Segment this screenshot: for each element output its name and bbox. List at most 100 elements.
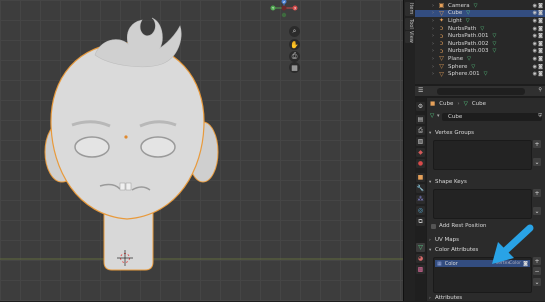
object-data-icon[interactable]: ▽ <box>480 26 484 32</box>
add-vertex-group-button[interactable]: + <box>533 140 541 148</box>
perspective-grid-icon[interactable]: ▦ <box>289 62 300 73</box>
object-data-icon[interactable]: ▽ <box>493 41 497 47</box>
mesh-data-icon: ▽ <box>430 113 435 119</box>
object-data-icon[interactable]: ▽ <box>471 64 475 70</box>
remove-color-attribute-button[interactable]: − <box>533 267 541 275</box>
render-tab-icon[interactable]: ▤ <box>416 115 425 124</box>
physics-tab-icon[interactable]: ◎ <box>416 206 425 215</box>
outliner-row-label: Camera <box>448 2 470 9</box>
world-tab-icon[interactable]: ● <box>416 159 425 168</box>
constraints-tab-icon[interactable]: ⧉ <box>416 217 425 226</box>
outliner-row-label: Cube <box>448 10 463 17</box>
visibility-eye-icon[interactable]: ◉ <box>533 10 537 16</box>
object-data-icon[interactable]: ▽ <box>493 48 497 54</box>
render-camera-icon[interactable]: ◙ <box>538 64 543 70</box>
properties-panel[interactable]: ■ Cube › ▽ Cube ▽ ▾ Cube ⛨ ▾ Vertex Grou… <box>427 98 545 301</box>
object-data-icon[interactable]: ▽ <box>493 33 497 39</box>
outliner-row[interactable]: › ▽ Sphere.001 ▽ ◉ ◙ <box>415 70 545 78</box>
material-tab-icon[interactable]: ◕ <box>416 254 425 263</box>
object-data-icon[interactable]: ▽ <box>466 10 470 16</box>
add-rest-position-label: Add Rest Position <box>439 223 487 229</box>
zoom-icon[interactable]: ⌕ <box>289 26 300 37</box>
fake-user-icon[interactable]: ⛨ <box>538 113 542 119</box>
add-shape-key-button[interactable]: + <box>533 189 541 197</box>
tab-tool[interactable]: Tool <box>405 18 414 30</box>
tool-tab-icon[interactable]: ⚙ <box>416 102 425 111</box>
visibility-eye-icon[interactable]: ◉ <box>533 48 537 54</box>
properties-editor-icon[interactable]: ☰ <box>418 87 423 94</box>
pan-hand-icon[interactable]: ✋ <box>289 39 300 50</box>
curve-object-icon: ↄ <box>439 47 444 55</box>
render-camera-icon[interactable]: ◙ <box>538 10 543 16</box>
visibility-eye-icon[interactable]: ◉ <box>533 71 537 77</box>
render-camera-icon[interactable]: ◙ <box>538 41 543 47</box>
object-data-icon[interactable]: ▽ <box>484 71 488 77</box>
modifier-tab-icon[interactable]: 🔧 <box>416 184 425 193</box>
tab-item[interactable]: Item <box>405 2 414 16</box>
outliner[interactable]: › ▣ Camera ▽ ◉ ◙ › ▽ Cube ▽ ◉ ◙ › ✦ Light ▽ ◉ ◙ › ↄ NurbsPat… <box>415 0 545 84</box>
camera-view-icon[interactable]: ⎙ <box>289 51 300 62</box>
object-data-icon[interactable]: ▽ <box>467 56 471 62</box>
object-tab-icon[interactable]: ■ <box>416 173 425 182</box>
outliner-row[interactable]: › ↄ NurbsPath.001 ▽ ◉ ◙ <box>415 32 545 40</box>
particles-tab-icon[interactable]: ⁂ <box>416 195 425 204</box>
color-attribute-menu-icon[interactable]: ⌄ <box>533 278 541 286</box>
gizmo-z-label: Z <box>283 0 285 4</box>
add-rest-position-checkbox[interactable]: Add Rest Position <box>431 223 487 229</box>
curve-object-icon: ↄ <box>439 40 444 48</box>
outliner-row[interactable]: › ▽ Cube ▽ ◉ ◙ <box>415 9 545 18</box>
vertex-groups-header[interactable]: ▾ Vertex Groups <box>429 129 543 137</box>
visibility-eye-icon[interactable]: ◉ <box>533 26 537 32</box>
scene-render <box>0 17 403 271</box>
mesh-object-icon: ▽ <box>439 55 444 63</box>
outliner-row[interactable]: › ▽ Sphere ▽ ◉ ◙ <box>415 63 545 71</box>
render-camera-icon[interactable]: ◙ <box>538 26 543 32</box>
outliner-row-label: Sphere.001 <box>448 71 480 78</box>
mesh-object-icon: ■ <box>430 101 436 107</box>
shape-key-menu-icon[interactable]: ⌄ <box>533 207 541 215</box>
color-attributes-label: Color Attributes <box>435 247 479 253</box>
visibility-eye-icon[interactable]: ◉ <box>533 56 537 62</box>
navigation-gizmo[interactable]: Z Y X <box>266 0 302 24</box>
3d-viewport[interactable]: Z Y X ⌕ ✋ ⎙ ▦ <box>0 0 403 301</box>
curve-object-icon: ↄ <box>439 32 444 40</box>
render-camera-icon[interactable]: ◙ <box>538 71 543 77</box>
object-data-icon[interactable]: ▽ <box>474 3 478 9</box>
shape-keys-list[interactable] <box>433 189 532 219</box>
visibility-eye-icon[interactable]: ◉ <box>533 3 537 9</box>
vertex-groups-list[interactable] <box>433 140 532 170</box>
curve-object-icon: ↄ <box>439 25 444 33</box>
outliner-row[interactable]: › ▣ Camera ▽ ◉ ◙ <box>415 2 545 10</box>
visibility-eye-icon[interactable]: ◉ <box>533 33 537 39</box>
properties-tabs: ⚙ ▤ ⎙ ▧ ◆ ● ■ 🔧 ⁂ ◎ ⧉ ▽ ◕ ▩ <box>415 98 426 301</box>
visibility-eye-icon[interactable]: ◉ <box>533 41 537 47</box>
visibility-eye-icon[interactable]: ◉ <box>533 64 537 70</box>
outliner-row[interactable]: › ✦ Light ▽ ◉ ◙ <box>415 17 545 25</box>
visibility-eye-icon[interactable]: ◉ <box>533 18 537 24</box>
outliner-row[interactable]: › ↄ NurbsPath.003 ▽ ◉ ◙ <box>415 48 545 56</box>
view-layer-tab-icon[interactable]: ▧ <box>416 137 425 146</box>
render-camera-icon[interactable]: ◙ <box>538 56 543 62</box>
render-camera-icon[interactable]: ◙ <box>538 3 543 9</box>
texture-tab-icon[interactable]: ▩ <box>416 265 425 274</box>
output-tab-icon[interactable]: ⎙ <box>416 126 425 135</box>
mesh-name-field[interactable]: Cube <box>442 113 542 121</box>
scene-tab-icon[interactable]: ◆ <box>416 148 425 157</box>
outliner-row[interactable]: › ▽ Plane ▽ ◉ ◙ <box>415 55 545 63</box>
object-data-icon[interactable]: ▽ <box>466 18 470 24</box>
pin-icon[interactable]: ⚲ <box>538 87 542 93</box>
mesh-data-icon: ▽ <box>463 101 468 107</box>
render-camera-icon[interactable]: ◙ <box>538 18 543 24</box>
properties-search-input[interactable] <box>437 87 525 95</box>
chevron-down-icon[interactable]: ▾ <box>437 113 440 119</box>
shape-keys-header[interactable]: ▾ Shape Keys <box>429 178 543 186</box>
vertex-group-menu-icon[interactable]: ⌄ <box>533 158 541 166</box>
outliner-row-label: NurbsPath <box>448 25 477 32</box>
render-camera-icon[interactable]: ◙ <box>538 48 543 54</box>
mesh-data-tab-icon[interactable]: ▽ <box>416 243 425 252</box>
outliner-row[interactable]: › ↄ NurbsPath ▽ ◉ ◙ <box>415 25 545 33</box>
outliner-row[interactable]: › ↄ NurbsPath.002 ▽ ◉ ◙ <box>415 40 545 48</box>
render-camera-icon[interactable]: ◙ <box>538 33 543 39</box>
properties-header: ☰ ⚲ <box>415 86 545 96</box>
tab-view[interactable]: View <box>405 31 414 43</box>
